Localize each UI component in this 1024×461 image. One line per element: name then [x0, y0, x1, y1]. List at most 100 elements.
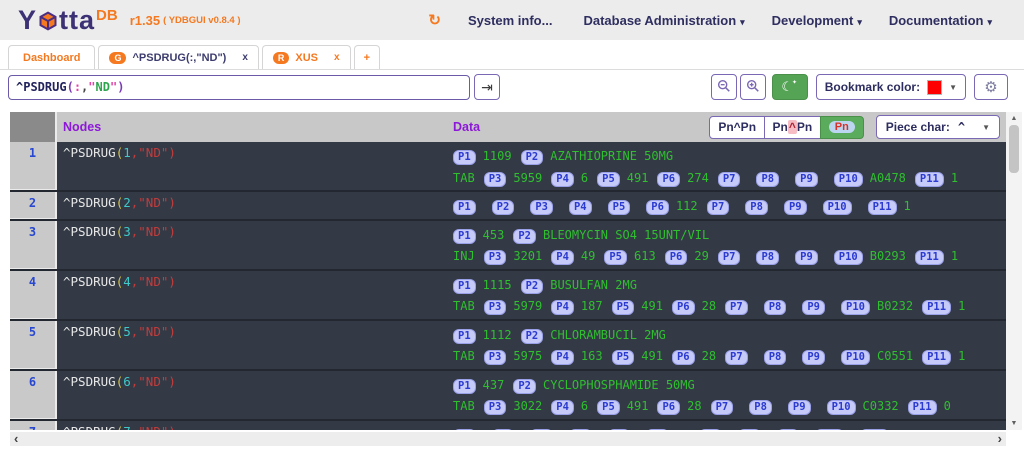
- tab-bar: Dashboard G ^PSDRUG(:,"ND") x R XUS x +: [0, 40, 1024, 70]
- logo-text-y: Y: [18, 4, 38, 35]
- row-number[interactable]: 6: [10, 370, 57, 419]
- row-number[interactable]: 2: [10, 192, 57, 219]
- piece-badge: P10: [826, 400, 856, 415]
- cube-icon: [37, 9, 59, 34]
- piece-badge: P3: [483, 350, 507, 365]
- piece-char-dropdown[interactable]: Piece char: ^ ▼: [875, 115, 1000, 139]
- piece-badge: P2: [520, 328, 544, 344]
- scroll-down-icon[interactable]: ▼: [1011, 417, 1018, 430]
- piece-badge: P10: [841, 350, 870, 365]
- horizontal-scrollbar[interactable]: ‹ ›: [10, 432, 1006, 446]
- node-subscript: 4: [123, 273, 131, 289]
- tab-dashboard[interactable]: Dashboard: [8, 45, 96, 69]
- run-query-button[interactable]: ⇥: [474, 74, 500, 100]
- close-icon[interactable]: x: [242, 52, 248, 63]
- piece-value: 3201: [513, 249, 543, 263]
- row-number[interactable]: 7: [10, 420, 57, 430]
- refresh-icon[interactable]: ↻: [428, 11, 441, 29]
- piece-value: 1: [950, 170, 959, 185]
- piece-value: 491: [641, 349, 663, 363]
- tab-psdrug[interactable]: G ^PSDRUG(:,"ND") x: [98, 45, 259, 69]
- piece-value: 5979: [513, 299, 543, 313]
- routine-badge: R: [272, 51, 290, 64]
- piece-value: 437: [482, 377, 505, 392]
- nav-database-administration[interactable]: Database Administration ▾: [583, 13, 744, 28]
- piece-value: C0551: [876, 349, 914, 363]
- piece-badge: P4: [551, 350, 574, 365]
- piece-badge: P10: [841, 300, 870, 315]
- bookmark-color-dropdown[interactable]: Bookmark color: ▼: [815, 74, 966, 100]
- piece-badge: P1: [453, 378, 476, 394]
- chevron-down-icon: ▼: [982, 122, 990, 132]
- nav-documentation[interactable]: Documentation ▾: [889, 13, 992, 28]
- table-row[interactable]: 1 ^PSDRUG(1,"ND") P1 1109 P2 AZATHIOPRINE 50M…: [10, 142, 1006, 192]
- piece-badge: P1: [453, 328, 476, 344]
- piece-value: 1109: [482, 149, 512, 163]
- dark-mode-button[interactable]: ☾ ✦: [771, 74, 808, 100]
- piece-value: 5959: [513, 170, 543, 185]
- piece-badge: P4: [568, 200, 592, 215]
- app-logo: Y tta DB: [18, 5, 118, 36]
- global-query-input[interactable]: ^PSDRUG(:, " ND "): [8, 74, 470, 100]
- piece-badge: P3: [530, 428, 553, 430]
- nav-system-info[interactable]: System info...: [468, 13, 557, 28]
- piece-badge: P7: [717, 171, 741, 187]
- piece-badge: P11: [860, 428, 890, 430]
- piece-badge: P3: [483, 250, 507, 265]
- data-cell: P1 1109 P2 AZATHIOPRINE 50MG TAB P3 5959 P4 6 P5 4…: [453, 142, 1006, 190]
- zoom-in-button[interactable]: [739, 74, 766, 100]
- row-number[interactable]: 4: [10, 270, 57, 319]
- piece-badge: P7: [710, 400, 734, 415]
- piece-value: C0332: [862, 399, 899, 413]
- row-number[interactable]: 1: [10, 142, 57, 190]
- version-label: r1.35: [129, 12, 161, 28]
- row-number[interactable]: 5: [10, 320, 57, 369]
- piece-badge: P5: [607, 200, 631, 215]
- table-row[interactable]: 3 ^PSDRUG(3,"ND") P1 453 P2 BLEOMYCIN SO4 15U…: [10, 220, 1006, 271]
- data-line: TAB P3 5979 P4 187 P5 491 P6 28 P7 P8 P9 P10 B0232 P11…: [453, 295, 1006, 317]
- data-line: P1 P2 P3 P4 P5 P6 112 P7 P8 P9 P10 P11 1: [453, 195, 1006, 217]
- piece-value: 613: [634, 249, 656, 263]
- scroll-up-icon[interactable]: ▲: [1011, 112, 1018, 125]
- piece-value: TAB: [453, 349, 475, 363]
- piece-badge: P10: [822, 200, 852, 215]
- nav-development[interactable]: Development ▾: [772, 13, 862, 28]
- table-row[interactable]: 4 ^PSDRUG(4,"ND") P1 1115 P2 BUSULFAN 2MG TAB P…: [10, 270, 1006, 321]
- data-line: TAB P3 5975 P4 163 P5 491 P6 28 P7 P8 P9 P10 C0551 P11…: [453, 345, 1006, 367]
- settings-button[interactable]: ⚙: [974, 74, 1008, 100]
- close-icon[interactable]: x: [334, 52, 340, 63]
- piece-badge: P4: [551, 400, 574, 415]
- table-row[interactable]: 7^PSDRUG(7,"ND")P1P2P3P4P5P628P7P8P9P10P…: [10, 420, 1006, 431]
- add-tab-button[interactable]: +: [353, 45, 381, 69]
- tab-xus-label: XUS: [295, 51, 319, 64]
- piece-value: 274: [687, 170, 709, 185]
- scroll-right-icon[interactable]: ›: [998, 432, 1002, 445]
- node-cell: ^PSDRUG(7,"ND"): [57, 421, 453, 431]
- row-number[interactable]: 3: [10, 220, 57, 269]
- table-row[interactable]: 6 ^PSDRUG(6,"ND") P1 437 P2 CYCLOPHOSPHAMIDE …: [10, 370, 1006, 421]
- piece-mode-badge-button[interactable]: Pn: [819, 115, 864, 139]
- piece-badge: P10: [815, 428, 845, 430]
- piece-badge: P2: [491, 200, 515, 215]
- vertical-scrollbar-thumb[interactable]: [1009, 125, 1019, 173]
- piece-mode-separator-button[interactable]: Pn ^ Pn: [763, 115, 822, 139]
- piece-badge: P7: [706, 200, 730, 215]
- piece-value: B0232: [876, 299, 914, 313]
- piece-mode-plain-button[interactable]: Pn^Pn: [709, 115, 766, 139]
- data-line: TAB P3 5959 P4 6 P5 491 P6 274 P7 P8 P9 P10 A0478 P11 1: [453, 167, 1006, 189]
- vertical-scrollbar[interactable]: ▲ ▼: [1006, 112, 1022, 430]
- gear-icon: ⚙: [984, 79, 998, 96]
- gui-version-label: ( YDBGUI v0.8.4 ): [163, 14, 241, 26]
- piece-badge: P4: [551, 300, 574, 315]
- piece-value: 1: [958, 349, 966, 363]
- logo-db: DB: [96, 6, 118, 24]
- piece-value: 112: [675, 199, 698, 213]
- scroll-left-icon[interactable]: ‹: [14, 432, 18, 445]
- table-row[interactable]: 2 ^PSDRUG(2,"ND") P1 P2 P3 P4 P5 P6 112 P7 P8 P9 P10…: [10, 192, 1006, 221]
- zoom-out-button[interactable]: [710, 74, 737, 100]
- table-row[interactable]: 5 ^PSDRUG(5,"ND") P1 1112 P2 CHLORAMBUCIL 2MG…: [10, 320, 1006, 371]
- tab-xus[interactable]: R XUS x: [261, 45, 351, 69]
- piece-value: A0478: [869, 170, 906, 185]
- node-string-arg: ,"ND"): [130, 373, 176, 389]
- tab-psdrug-label: ^PSDRUG(:,"ND"): [132, 51, 227, 64]
